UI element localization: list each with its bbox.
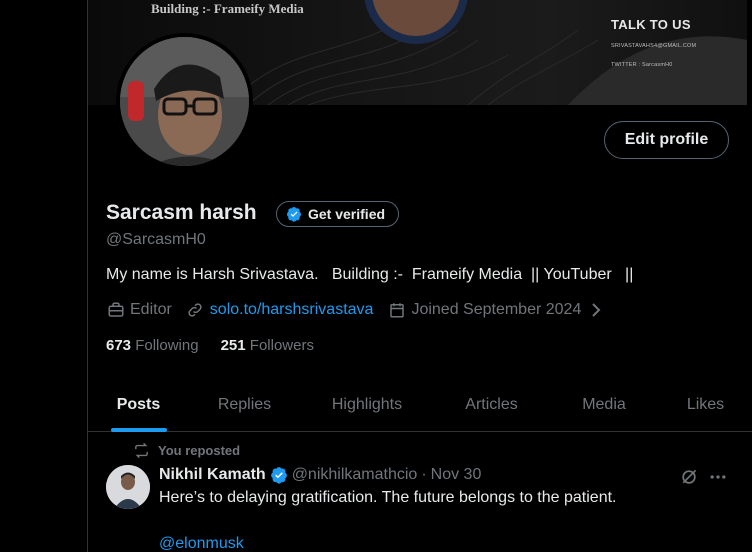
repost-label: You reposted (158, 443, 241, 458)
get-verified-button[interactable]: Get verified (276, 201, 400, 227)
tweet-text: Here’s to delaying gratification. The fu… (159, 489, 617, 506)
banner-talk-title: TALK TO US (611, 17, 691, 32)
repost-icon (133, 442, 150, 459)
tab-articles[interactable]: Articles (434, 378, 549, 432)
followers-count: 251 (220, 337, 246, 354)
follow-stats: 673 Following 251 Followers (106, 337, 314, 354)
banner-email: SRIVASTAVAHS4@GMAIL.COM (611, 43, 697, 49)
tab-likes-label: Likes (686, 396, 725, 413)
tab-posts-label: Posts (116, 396, 161, 413)
tab-replies-label: Replies (217, 396, 272, 413)
tweet-separator: · (421, 466, 427, 483)
more-icon[interactable] (708, 467, 728, 487)
edit-profile-button[interactable]: Edit profile (604, 121, 729, 159)
joined-text: Joined September 2024 (411, 301, 582, 318)
tweet-author-name[interactable]: Nikhil Kamath (159, 466, 266, 484)
tweet-mention[interactable]: @elonmusk (159, 535, 244, 552)
repost-indicator: You reposted (133, 442, 240, 459)
followers-label: Followers (249, 337, 314, 354)
tweet-date[interactable]: Nov 30 (431, 466, 482, 484)
tab-replies[interactable]: Replies (189, 378, 300, 432)
tweet-avatar-portrait (106, 465, 150, 509)
tab-articles-label: Articles (465, 396, 518, 413)
chevron-right-icon[interactable] (586, 301, 605, 320)
calendar-icon (387, 301, 406, 320)
profile-avatar[interactable] (116, 33, 253, 170)
briefcase-icon (106, 301, 125, 320)
following-link[interactable]: 673 Following (106, 337, 199, 354)
avatar-portrait (120, 37, 249, 166)
verified-badge-icon (286, 206, 302, 222)
following-count: 673 (106, 337, 132, 354)
profile-handle: @SarcasmH0 (106, 231, 206, 248)
tab-media[interactable]: Media (549, 378, 659, 432)
tab-highlights[interactable]: Highlights (300, 378, 434, 432)
profile-meta: Editor solo.to/harshsrivastava Joined Se… (106, 299, 605, 321)
banner-tagline: Building :- Frameify Media (151, 1, 304, 16)
tab-likes[interactable]: Likes (659, 378, 752, 432)
profile-name: Sarcasm harsh (106, 201, 257, 224)
following-label: Following (135, 337, 199, 354)
profile-bio: My name is Harsh Srivastava. Building :-… (106, 266, 634, 283)
get-verified-label: Get verified (308, 206, 386, 222)
tab-highlights-label: Highlights (331, 396, 403, 413)
followers-link[interactable]: 251 Followers (221, 337, 314, 354)
grok-icon[interactable] (679, 467, 699, 487)
meta-joined: Joined September 2024 (387, 301, 605, 320)
link-icon (186, 301, 205, 320)
meta-link[interactable]: solo.to/harshsrivastava (186, 301, 374, 320)
tweet-author-handle[interactable]: @nikhilkamathcio (292, 466, 418, 484)
tweet-author-avatar[interactable] (106, 465, 150, 509)
profile-tabs: Posts Replies Highlights Articles Media … (88, 378, 752, 432)
profile-link[interactable]: solo.to/harshsrivastava (210, 301, 374, 319)
banner-twitter: TWITTER : SarcasmH0 (611, 62, 673, 68)
tweet-header: Nikhil Kamath @nikhilkamathcio · Nov 30 (159, 466, 481, 484)
tab-media-label: Media (582, 396, 626, 413)
verified-badge-icon (270, 466, 288, 484)
meta-occupation: Editor (106, 301, 172, 320)
tab-posts[interactable]: Posts (88, 378, 189, 432)
occupation-text: Editor (130, 301, 172, 318)
